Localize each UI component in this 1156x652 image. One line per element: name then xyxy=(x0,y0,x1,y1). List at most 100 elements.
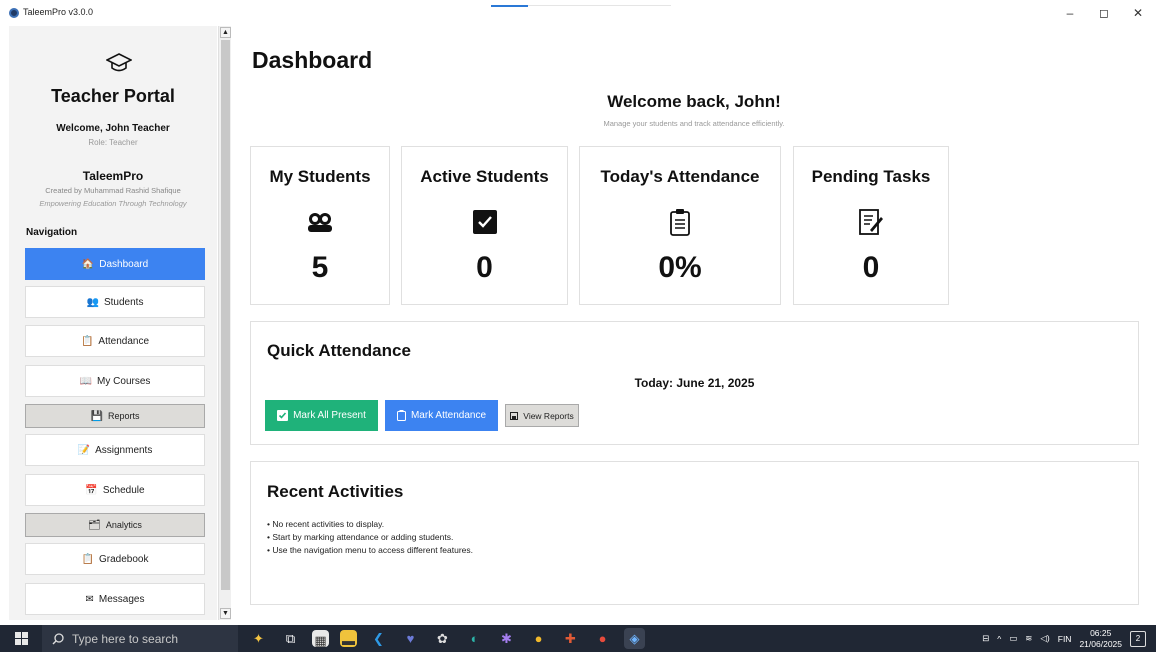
nav-reports[interactable]: 💾 Reports xyxy=(25,404,205,428)
clock-date: 21/06/2025 xyxy=(1079,638,1122,649)
page-title: Dashboard xyxy=(252,47,373,73)
button-label: View Reports xyxy=(523,410,574,421)
window-title: TaleemPro v3.0.0 xyxy=(23,7,94,17)
nav-label: Analytics xyxy=(105,520,142,530)
welcome-heading: Welcome back, John! xyxy=(607,92,781,111)
stat-label: Active Students xyxy=(420,167,549,186)
file-explorer-icon[interactable]: ▬ xyxy=(340,630,357,648)
github-icon[interactable]: ♥ xyxy=(400,628,421,649)
check-icon xyxy=(277,410,289,421)
book-icon: 📖 xyxy=(79,375,93,387)
mark-attendance-button[interactable]: Mark Attendance xyxy=(385,400,498,431)
wifi-icon[interactable]: ≋ xyxy=(1025,633,1032,644)
title-bar: TaleemPro v3.0.0 – ◻ ✕ xyxy=(0,0,1156,26)
activities-list: • No recent activities to display. • Sta… xyxy=(267,518,473,557)
battery-icon[interactable]: ▭ xyxy=(1009,633,1017,644)
nav-attendance[interactable]: 📋 Attendance xyxy=(25,325,205,357)
clipboard-icon xyxy=(580,207,780,237)
view-reports-button[interactable]: View Reports xyxy=(505,404,579,427)
copilot-icon[interactable]: ✱ xyxy=(496,628,517,649)
language-indicator[interactable]: FIN xyxy=(1058,634,1072,644)
activity-line: • Use the navigation menu to access diff… xyxy=(267,545,473,555)
stat-card-my-students: My Students 5 xyxy=(250,146,390,305)
students-icon: 👥 xyxy=(86,296,99,308)
stat-card-pending-tasks: Pending Tasks 0 xyxy=(793,146,949,305)
nav-label: Reports xyxy=(107,411,140,421)
created-by: Created by Muhammad Rashid Shafique xyxy=(45,186,181,195)
vscode-icon[interactable]: ❮ xyxy=(368,628,389,649)
system-tray: ⊟ ^ ▭ ≋ ◁) FIN 06:25 21/06/2025 2 xyxy=(982,625,1146,652)
maximize-button[interactable]: ◻ xyxy=(1089,4,1119,22)
nav-messages[interactable]: ✉ Messages xyxy=(25,583,205,615)
taskbar-search[interactable]: Type here to search xyxy=(42,625,238,652)
reports-icon: 💾 xyxy=(90,410,103,422)
scrollbar-thumb[interactable] xyxy=(221,40,230,590)
scroll-down-arrow[interactable]: ▼ xyxy=(220,608,231,619)
clock[interactable]: 06:25 21/06/2025 xyxy=(1079,628,1122,650)
quick-attendance-panel: Quick Attendance Today: June 21, 2025 Ma… xyxy=(250,321,1139,445)
stat-label: My Students xyxy=(269,167,371,186)
home-icon: 🏠 xyxy=(81,258,95,270)
nav-students[interactable]: 👥 Students xyxy=(25,286,205,318)
portal-title: Teacher Portal xyxy=(51,86,175,106)
task-view-icon[interactable]: ⧉ xyxy=(280,628,301,649)
chrome-canary-icon[interactable]: ● xyxy=(592,628,613,649)
tablet-mode-icon[interactable]: ⊟ xyxy=(982,633,989,644)
nav-label: Messages xyxy=(98,593,145,605)
user-welcome: Welcome, John Teacher xyxy=(56,123,170,134)
today-date: Today: June 21, 2025 xyxy=(634,376,755,390)
minimize-button[interactable]: – xyxy=(1055,4,1085,22)
chrome-icon[interactable]: ● xyxy=(528,628,549,649)
nav-my-courses[interactable]: 📖 My Courses xyxy=(25,365,205,397)
nav-label: Attendance xyxy=(98,335,150,347)
clock-time: 06:25 xyxy=(1090,627,1112,638)
brand-name: TaleemPro xyxy=(82,169,144,183)
show-hidden-icons[interactable]: ^ xyxy=(997,634,1001,644)
sidebar-scrollbar[interactable]: ▲ ▼ xyxy=(218,26,231,620)
nav-label: Schedule xyxy=(102,484,145,496)
nav-dashboard[interactable]: 🏠 Dashboard xyxy=(25,248,205,280)
mark-all-present-button[interactable]: Mark All Present xyxy=(265,400,378,431)
stat-card-active-students: Active Students 0 xyxy=(401,146,568,305)
windows-start-icon[interactable] xyxy=(15,632,28,645)
nav-label: Gradebook xyxy=(98,553,149,565)
stat-label: Today's Attendance xyxy=(600,167,760,186)
welcome-subtitle: Manage your students and track attendanc… xyxy=(603,119,785,128)
quick-attendance-title: Quick Attendance xyxy=(267,341,411,360)
memo-icon xyxy=(794,207,948,237)
nav-analytics[interactable]: 🗂 Analytics xyxy=(25,513,205,537)
volume-icon[interactable]: ◁) xyxy=(1040,633,1049,644)
recent-activities-panel: Recent Activities • No recent activities… xyxy=(250,461,1139,605)
nav-label: Assignments xyxy=(95,444,153,456)
python-app-icon[interactable]: ◈ xyxy=(624,628,645,649)
taskbar: Type here to search ✦ ⧉ ▦ ▬ ❮ ♥ ✿ ◐ ✱ ● … xyxy=(0,625,1156,652)
stat-card-todays-attendance: Today's Attendance 0% xyxy=(579,146,781,305)
assignment-icon: 📝 xyxy=(77,444,91,456)
checkbox-icon xyxy=(402,207,567,237)
nav-label: My Courses xyxy=(97,375,151,387)
scroll-up-arrow[interactable]: ▲ xyxy=(220,27,231,38)
taskbar-apps: ✦ ⧉ ▦ ▬ ❮ ♥ ✿ ◐ ✱ ● ✚ ● ◈ xyxy=(248,628,645,649)
clipboard-icon xyxy=(396,410,406,421)
notifications-icon[interactable]: 2 xyxy=(1130,630,1146,647)
nav-assignments[interactable]: 📝 Assignments xyxy=(25,434,205,466)
sidebar: Teacher Portal Welcome, John Teacher Rol… xyxy=(9,26,217,620)
activity-line: • Start by marking attendance or adding … xyxy=(267,532,454,542)
calendar-icon: 📅 xyxy=(85,484,98,496)
anaconda-icon[interactable]: ✚ xyxy=(560,628,581,649)
close-button[interactable]: ✕ xyxy=(1123,4,1153,22)
chatgpt-icon[interactable]: ✿ xyxy=(432,628,453,649)
calculator-icon[interactable]: ▦ xyxy=(312,630,329,648)
envelope-icon: ✉ xyxy=(85,593,94,605)
analytics-icon: 🗂 xyxy=(88,519,101,531)
nav-schedule[interactable]: 📅 Schedule xyxy=(25,474,205,506)
edge-icon[interactable]: ◐ xyxy=(464,628,485,649)
stat-value: 5 xyxy=(311,251,329,284)
user-role: Role: Teacher xyxy=(88,138,138,147)
sparkle-icon[interactable]: ✦ xyxy=(248,628,269,649)
tagline: Empowering Education Through Technology xyxy=(39,199,187,208)
stat-value: 0 xyxy=(862,251,880,284)
stat-value: 0 xyxy=(476,251,493,284)
nav-gradebook[interactable]: 📋 Gradebook xyxy=(25,543,205,575)
search-placeholder: Type here to search xyxy=(72,631,179,646)
